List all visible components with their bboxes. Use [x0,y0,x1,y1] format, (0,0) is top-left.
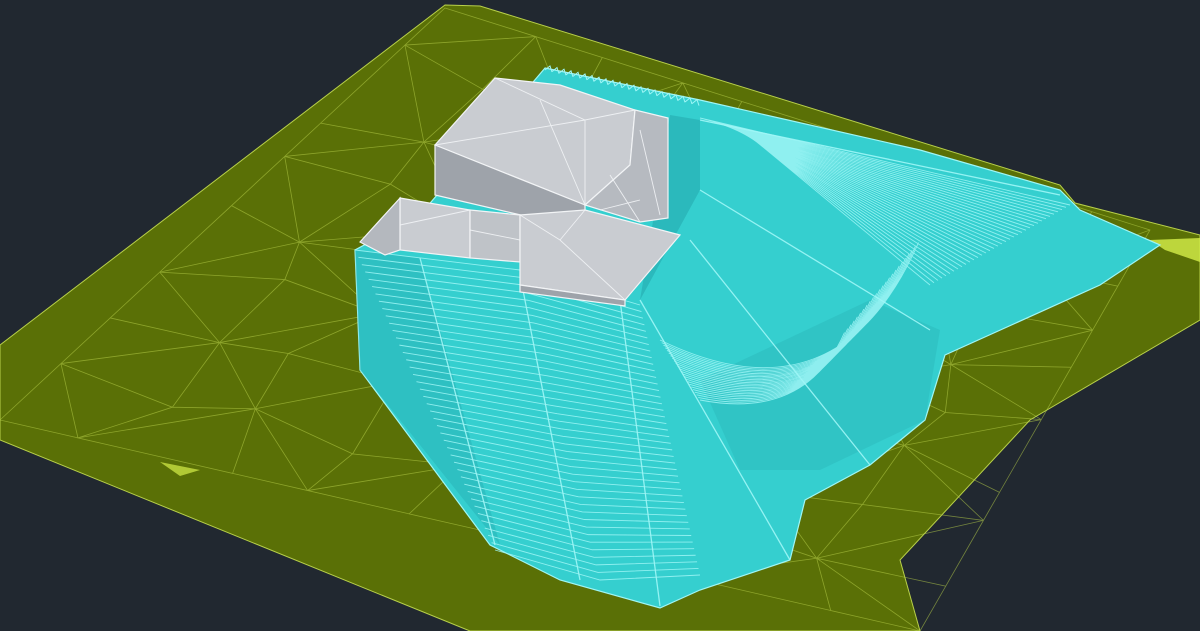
building-face [469,209,521,263]
terrain-model-canvas[interactable] [0,0,1200,631]
autocad-3d-viewport[interactable] [0,0,1200,631]
